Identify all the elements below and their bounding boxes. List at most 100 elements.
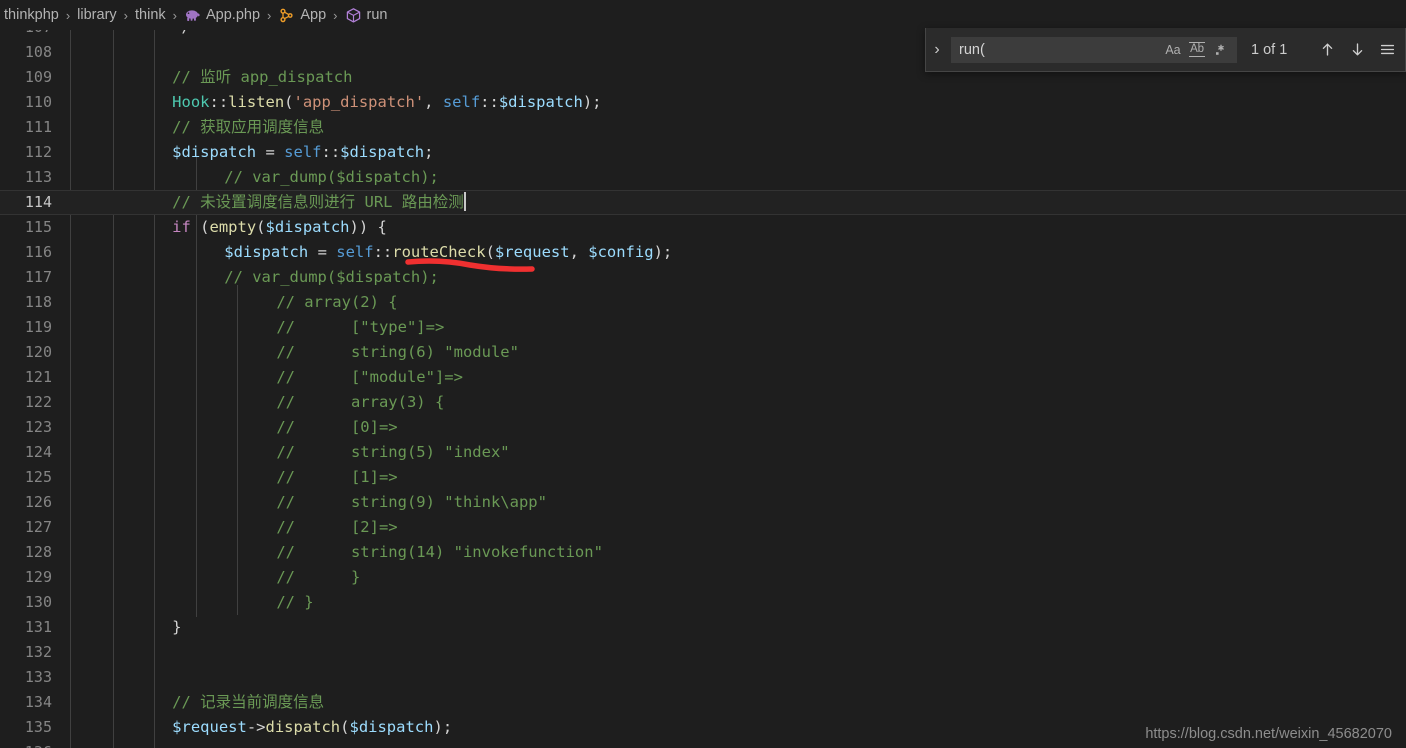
line-number: 123 xyxy=(24,418,52,436)
code-line-text: if (empty($dispatch)) { xyxy=(172,215,387,240)
code-token: // 未设置调度信息则进行 URL 路由检测 xyxy=(172,193,464,211)
code-line[interactable]: 117 // var_dump($dispatch); xyxy=(0,265,1406,290)
breadcrumb-item-app-php[interactable]: App.php xyxy=(182,7,262,24)
code-token: // string(6) "module" xyxy=(276,343,519,361)
code-token: )) { xyxy=(349,218,387,236)
breadcrumb-item-app-class[interactable]: App xyxy=(276,7,328,24)
code-token: // var_dump($dispatch); xyxy=(224,168,439,186)
code-line-text: // array(3) { xyxy=(276,390,444,415)
code-token: $dispatch xyxy=(349,718,434,736)
code-token: // ["module"]=> xyxy=(276,368,463,386)
code-line[interactable]: 126 // string(9) "think\app" xyxy=(0,490,1406,515)
code-token: // 获取应用调度信息 xyxy=(172,118,325,136)
code-token: = xyxy=(256,143,285,161)
code-line[interactable]: 113 // var_dump($dispatch); xyxy=(0,165,1406,190)
line-number: 133 xyxy=(24,668,52,686)
code-line[interactable]: 120 // string(6) "module" xyxy=(0,340,1406,365)
code-token: // } xyxy=(276,593,314,611)
code-token: $dispatch xyxy=(265,218,350,236)
code-token: 'app_dispatch' xyxy=(293,93,425,111)
breadcrumb-item-think[interactable]: think xyxy=(133,7,168,23)
find-input-value[interactable]: run( xyxy=(952,42,1162,58)
code-line[interactable]: 134 // 记录当前调度信息 xyxy=(0,690,1406,715)
find-navigation xyxy=(1315,38,1405,62)
code-line[interactable]: 131} xyxy=(0,615,1406,640)
code-editor[interactable]: 107 */108109 // 监听 app_dispatch110 Hook::li… xyxy=(0,30,1406,748)
code-line[interactable]: 128 // string(14) "invokefunction" xyxy=(0,540,1406,565)
find-input[interactable]: run( Aa Ab xyxy=(951,36,1237,63)
code-token: Hook xyxy=(172,93,210,111)
code-lines[interactable]: 107 */108109 // 监听 app_dispatch110 Hook::li… xyxy=(0,30,1406,748)
code-line[interactable]: 122 // array(3) { xyxy=(0,390,1406,415)
code-line[interactable]: 110 Hook::listen('app_dispatch', self::$d… xyxy=(0,90,1406,115)
breadcrumb-item-thinkphp[interactable]: thinkphp xyxy=(2,7,61,23)
breadcrumb-item-library[interactable]: library xyxy=(75,7,118,23)
breadcrumb-label: run xyxy=(366,7,388,23)
code-line-text: // 记录当前调度信息 xyxy=(172,690,324,715)
line-number: 127 xyxy=(24,518,52,536)
code-line[interactable]: 124 // string(5) "index" xyxy=(0,440,1406,465)
code-line[interactable]: 112 $dispatch = self::$dispatch; xyxy=(0,140,1406,165)
line-number: 126 xyxy=(24,493,52,511)
next-match-icon[interactable] xyxy=(1345,38,1369,62)
code-line-text: } xyxy=(172,615,181,640)
code-line[interactable]: 132 xyxy=(0,640,1406,665)
code-token: // string(14) "invokefunction" xyxy=(276,543,603,561)
code-token: ; xyxy=(424,143,434,161)
code-token: = xyxy=(308,243,337,261)
line-number: 110 xyxy=(24,93,52,111)
line-number: 108 xyxy=(24,43,52,61)
code-token: :: xyxy=(209,93,229,111)
code-line-text: // var_dump($dispatch); xyxy=(224,165,439,190)
breadcrumb-label: thinkphp xyxy=(4,7,59,23)
line-number: 109 xyxy=(24,68,52,86)
code-line[interactable]: 129 // } xyxy=(0,565,1406,590)
code-line-text: // ["module"]=> xyxy=(276,365,463,390)
previous-match-icon[interactable] xyxy=(1315,38,1339,62)
breadcrumb: thinkphp › library › think › App.php › A… xyxy=(0,0,1406,30)
line-number: 111 xyxy=(24,118,52,136)
code-line[interactable]: 125 // [1]=> xyxy=(0,465,1406,490)
line-number: 136 xyxy=(0,740,52,748)
use-regex-icon[interactable] xyxy=(1210,40,1232,60)
code-line[interactable]: 119 // ["type"]=> xyxy=(0,315,1406,340)
code-token: self xyxy=(336,243,374,261)
match-whole-word-icon[interactable]: Ab xyxy=(1186,40,1208,60)
line-number: 112 xyxy=(24,143,52,161)
code-line[interactable]: 133 xyxy=(0,665,1406,690)
code-line[interactable]: 114 // 未设置调度信息则进行 URL 路由检测 xyxy=(0,190,1406,215)
method-symbol-icon xyxy=(345,7,362,24)
code-token: $request xyxy=(494,243,570,261)
code-token: // } xyxy=(276,568,361,586)
code-token: } xyxy=(172,618,182,636)
code-token: self xyxy=(442,93,481,111)
code-line[interactable]: 123 // [0]=> xyxy=(0,415,1406,440)
code-token: ( xyxy=(284,93,294,111)
find-widget[interactable]: › run( Aa Ab 1 of 1 xyxy=(925,28,1406,72)
code-token: routeCheck xyxy=(392,243,486,261)
code-token: $config xyxy=(588,243,654,261)
code-line[interactable]: 121 // ["module"]=> xyxy=(0,365,1406,390)
breadcrumb-separator: › xyxy=(333,7,338,23)
code-line-text: // [0]=> xyxy=(276,415,397,440)
class-symbol-icon xyxy=(278,7,295,24)
code-line[interactable]: 130 // } xyxy=(0,590,1406,615)
code-line[interactable]: 111 // 获取应用调度信息 xyxy=(0,115,1406,140)
find-expand-toggle[interactable]: › xyxy=(926,29,948,71)
find-menu-icon[interactable] xyxy=(1375,38,1399,62)
code-line-text: // 未设置调度信息则进行 URL 路由检测 xyxy=(172,190,466,215)
code-line[interactable]: 118 // array(2) { xyxy=(0,290,1406,315)
code-line-text: // 监听 app_dispatch xyxy=(172,65,352,90)
code-line[interactable]: 116 $dispatch = self::routeCheck($request… xyxy=(0,240,1406,265)
code-line[interactable]: 127 // [2]=> xyxy=(0,515,1406,540)
line-number: 119 xyxy=(24,318,52,336)
code-token: */ xyxy=(172,30,191,36)
breadcrumb-label: App.php xyxy=(205,7,261,23)
code-token: // 监听 app_dispatch xyxy=(172,68,353,86)
code-token: :: xyxy=(321,143,341,161)
breadcrumb-item-run-method[interactable]: run xyxy=(343,7,390,24)
code-token: ( xyxy=(256,218,266,236)
match-case-icon[interactable]: Aa xyxy=(1162,40,1184,60)
line-number: 135 xyxy=(24,718,52,736)
code-line[interactable]: 115 if (empty($dispatch)) { xyxy=(0,215,1406,240)
